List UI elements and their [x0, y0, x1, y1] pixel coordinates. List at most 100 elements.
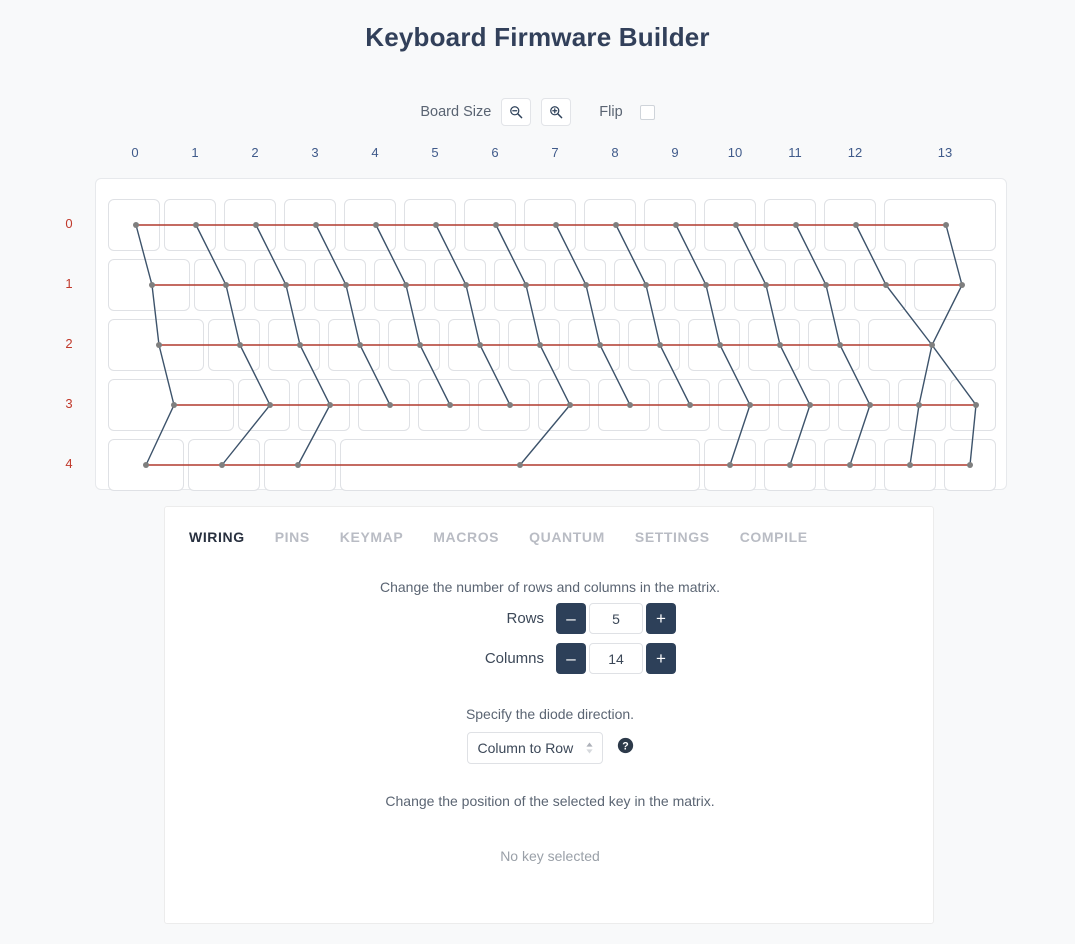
- key-r0-c12[interactable]: [824, 199, 876, 251]
- rows-cols-hint: Change the number of rows and columns in…: [379, 579, 721, 595]
- key-r2-c2[interactable]: [268, 319, 320, 371]
- flip-checkbox[interactable]: [639, 104, 655, 120]
- column-header-7: 7: [551, 145, 559, 160]
- magnifier-plus-icon: [549, 105, 563, 119]
- columns-decrement-button[interactable]: –: [556, 643, 586, 674]
- key-r3-c3[interactable]: [358, 379, 410, 431]
- key-r2-c1[interactable]: [208, 319, 260, 371]
- key-r0-c0[interactable]: [108, 199, 160, 251]
- key-r0-c13[interactable]: [884, 199, 996, 251]
- question-circle-icon[interactable]: ?: [617, 737, 634, 759]
- tab-keymap[interactable]: KEYMAP: [338, 525, 406, 549]
- tab-macros[interactable]: MACROS: [431, 525, 501, 549]
- key-r0-c6[interactable]: [464, 199, 516, 251]
- key-r1-c9[interactable]: [674, 259, 726, 311]
- key-r1-c1[interactable]: [194, 259, 246, 311]
- board-size-label: Board Size: [420, 104, 492, 120]
- key-r3-c4[interactable]: [418, 379, 470, 431]
- key-r4-c7[interactable]: [884, 439, 936, 491]
- row-label-2: 2: [65, 336, 73, 351]
- key-r2-c10[interactable]: [748, 319, 800, 371]
- tab-settings[interactable]: SETTINGS: [633, 525, 712, 549]
- key-r1-c5[interactable]: [434, 259, 486, 311]
- key-r3-c10[interactable]: [778, 379, 830, 431]
- key-r2-c5[interactable]: [448, 319, 500, 371]
- tab-pins[interactable]: PINS: [273, 525, 312, 549]
- key-r3-c9[interactable]: [718, 379, 770, 431]
- key-r2-c4[interactable]: [388, 319, 440, 371]
- column-header-13: 13: [937, 145, 953, 160]
- rows-decrement-button[interactable]: –: [556, 603, 586, 634]
- key-r2-c0[interactable]: [108, 319, 204, 371]
- diode-direction-select[interactable]: Column to Row: [466, 732, 603, 764]
- key-r1-c8[interactable]: [614, 259, 666, 311]
- key-r3-c2[interactable]: [298, 379, 350, 431]
- key-r2-c6[interactable]: [508, 319, 560, 371]
- column-header-5: 5: [431, 145, 439, 160]
- key-r0-c10[interactable]: [704, 199, 756, 251]
- key-r3-c8[interactable]: [658, 379, 710, 431]
- column-header-9: 9: [671, 145, 679, 160]
- key-r1-c4[interactable]: [374, 259, 426, 311]
- key-r0-c3[interactable]: [284, 199, 336, 251]
- keyboard-board[interactable]: [104, 187, 1000, 491]
- key-r4-c4[interactable]: [704, 439, 756, 491]
- rows-input[interactable]: 5: [589, 603, 643, 634]
- key-r4-c3[interactable]: [340, 439, 700, 491]
- zoom-out-button[interactable]: [501, 98, 532, 126]
- key-r0-c4[interactable]: [344, 199, 396, 251]
- chevron-updown-icon: [585, 741, 594, 755]
- key-r1-c6[interactable]: [494, 259, 546, 311]
- keyboard-matrix-panel: [95, 178, 1007, 491]
- tab-quantum[interactable]: QUANTUM: [527, 525, 607, 549]
- key-r3-c1[interactable]: [238, 379, 290, 431]
- key-r3-c12[interactable]: [898, 379, 946, 431]
- key-r4-c6[interactable]: [824, 439, 876, 491]
- rows-increment-button[interactable]: +: [646, 603, 676, 634]
- key-r0-c1[interactable]: [164, 199, 216, 251]
- key-r4-c2[interactable]: [264, 439, 336, 491]
- key-r4-c0[interactable]: [108, 439, 184, 491]
- key-r1-c13[interactable]: [914, 259, 996, 311]
- key-r0-c8[interactable]: [584, 199, 636, 251]
- zoom-in-button[interactable]: [541, 98, 572, 126]
- columns-increment-button[interactable]: +: [646, 643, 676, 674]
- key-r3-c5[interactable]: [478, 379, 530, 431]
- key-r0-c11[interactable]: [764, 199, 816, 251]
- key-r0-c5[interactable]: [404, 199, 456, 251]
- tab-bar: WIRING PINS KEYMAP MACROS QUANTUM SETTINGS COM…: [187, 525, 810, 549]
- svg-text:?: ?: [622, 740, 628, 752]
- key-r1-c10[interactable]: [734, 259, 786, 311]
- column-header-11: 11: [788, 145, 802, 160]
- key-r3-c0[interactable]: [108, 379, 234, 431]
- key-r2-c3[interactable]: [328, 319, 380, 371]
- key-r2-c7[interactable]: [568, 319, 620, 371]
- key-r4-c5[interactable]: [764, 439, 816, 491]
- key-r1-c11[interactable]: [794, 259, 846, 311]
- columns-input[interactable]: 14: [589, 643, 643, 674]
- key-r0-c7[interactable]: [524, 199, 576, 251]
- key-r2-c9[interactable]: [688, 319, 740, 371]
- key-r3-c13[interactable]: [950, 379, 996, 431]
- key-r1-c7[interactable]: [554, 259, 606, 311]
- key-r4-c8[interactable]: [944, 439, 996, 491]
- key-r2-c12[interactable]: [868, 319, 996, 371]
- key-r1-c12[interactable]: [854, 259, 906, 311]
- key-r1-c2[interactable]: [254, 259, 306, 311]
- key-r3-c7[interactable]: [598, 379, 650, 431]
- key-r1-c3[interactable]: [314, 259, 366, 311]
- tab-compile[interactable]: COMPILE: [738, 525, 810, 549]
- rows-stepper: Rows – 5 +: [165, 603, 935, 634]
- tab-wiring[interactable]: WIRING: [187, 525, 247, 549]
- key-r3-c6[interactable]: [538, 379, 590, 431]
- diode-direction-value: Column to Row: [477, 740, 574, 756]
- key-r0-c2[interactable]: [224, 199, 276, 251]
- key-r2-c8[interactable]: [628, 319, 680, 371]
- key-r0-c9[interactable]: [644, 199, 696, 251]
- settings-card: WIRING PINS KEYMAP MACROS QUANTUM SETTINGS COM…: [164, 506, 934, 924]
- key-r1-c0[interactable]: [108, 259, 190, 311]
- key-r3-c11[interactable]: [838, 379, 890, 431]
- key-r2-c11[interactable]: [808, 319, 860, 371]
- row-label-4: 4: [65, 456, 73, 471]
- key-r4-c1[interactable]: [188, 439, 260, 491]
